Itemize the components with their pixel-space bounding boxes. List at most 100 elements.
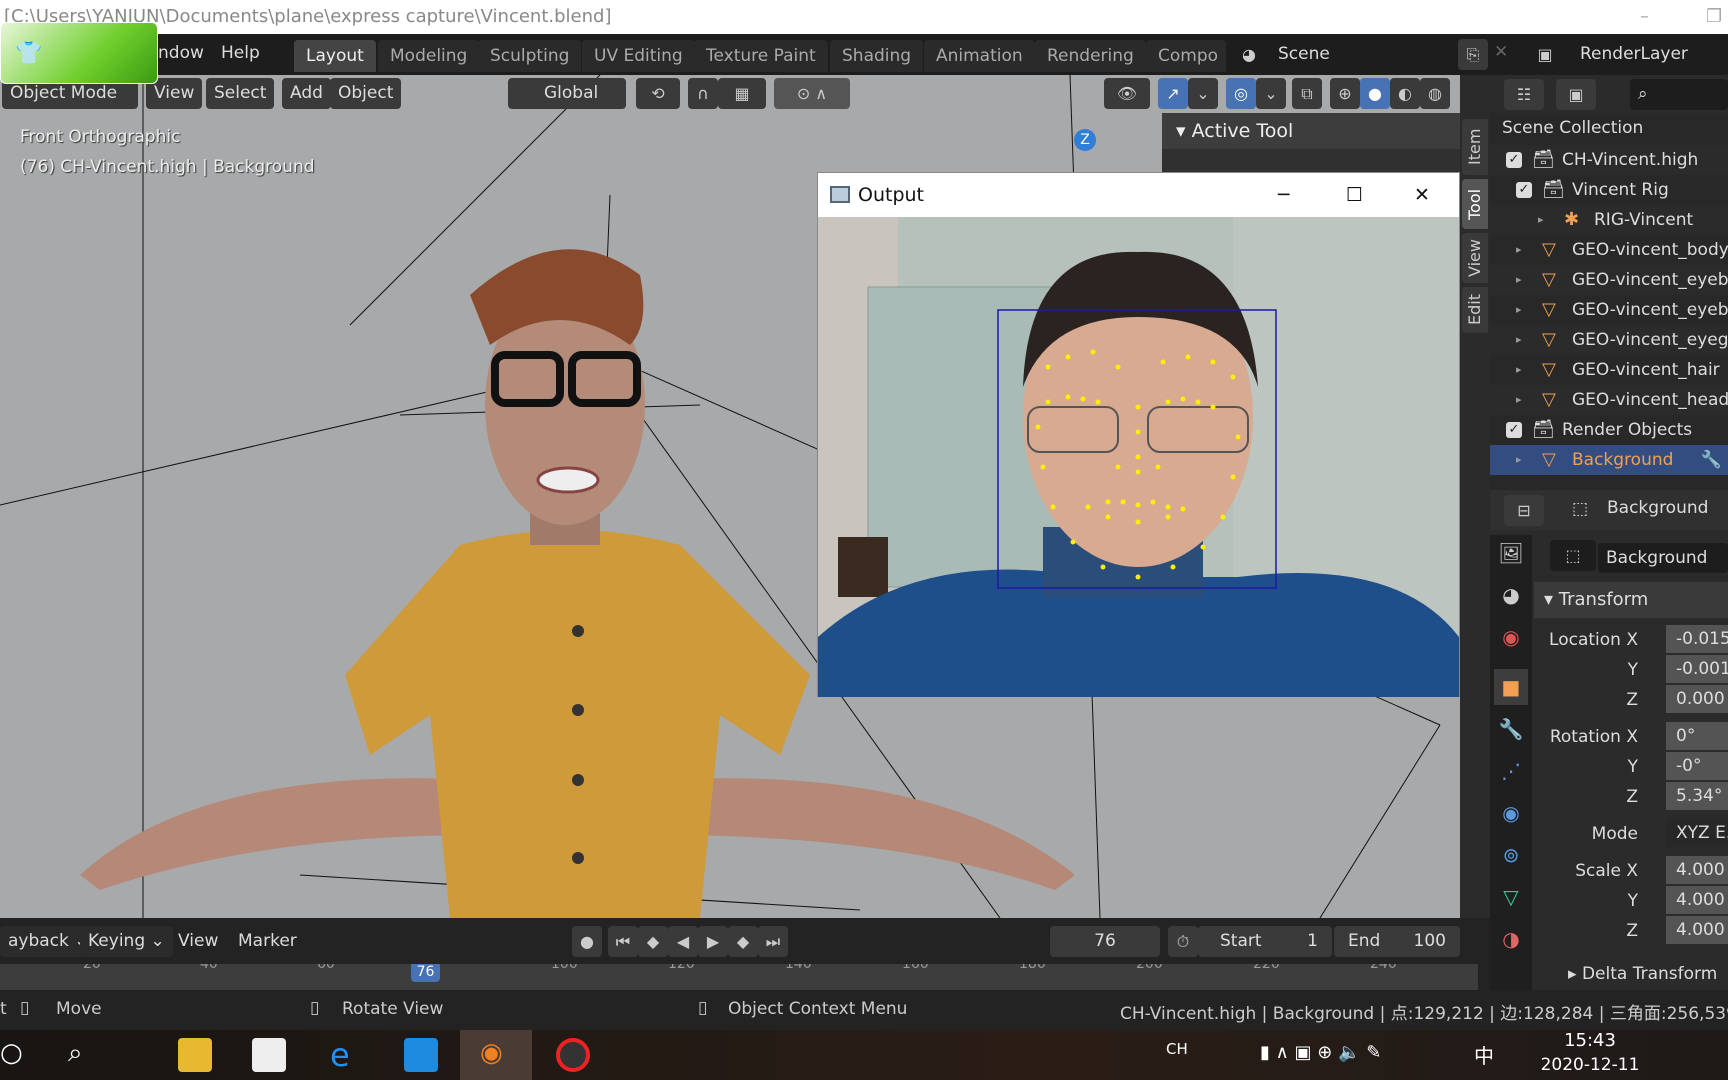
- outliner-row[interactable]: ▸ ▽ GEO-vincent_eyebal: [1490, 295, 1728, 325]
- clock-date[interactable]: 2020-12-11: [1540, 1055, 1640, 1075]
- snap-icon[interactable]: ∩: [688, 78, 718, 109]
- timeline-view-menu[interactable]: View: [170, 926, 226, 957]
- clock-time[interactable]: 15:43: [1540, 1030, 1640, 1051]
- record-icon[interactable]: ●: [572, 926, 602, 957]
- start-frame-field[interactable]: Start 1: [1198, 926, 1332, 957]
- play-icon[interactable]: ▶: [698, 926, 728, 957]
- current-frame-indicator[interactable]: 76: [410, 964, 441, 982]
- tab-uv-editing[interactable]: UV Editing: [582, 40, 695, 72]
- new-scene-icon[interactable]: ⎘: [1458, 39, 1488, 70]
- outliner-row[interactable]: ▸ ▽ GEO-vincent_head: [1490, 385, 1728, 415]
- output-close-button[interactable]: ✕: [1414, 173, 1430, 217]
- edge-icon[interactable]: e: [330, 1038, 364, 1072]
- menu-window[interactable]: ndow: [158, 43, 204, 63]
- output-title-bar[interactable]: Output ─ ☐ ✕: [818, 173, 1459, 217]
- snap-grid-icon[interactable]: ▦: [718, 78, 766, 109]
- tab-tool[interactable]: Tool: [1462, 179, 1488, 229]
- system-tray-icons[interactable]: ▮ ∧ ▣ ⊕ 🔈 ✎: [1260, 1042, 1381, 1063]
- outliner-row[interactable]: ▸ ▽ GEO-vincent_eyebal: [1490, 265, 1728, 295]
- timeline-marker-menu[interactable]: Marker: [230, 926, 305, 957]
- output-minimize-button[interactable]: ─: [1278, 173, 1289, 217]
- outliner-row[interactable]: ✓ 🗃 Vincent Rig: [1490, 175, 1728, 205]
- file-explorer-icon[interactable]: [178, 1038, 212, 1072]
- solid-shading-icon[interactable]: ●: [1360, 78, 1390, 109]
- modifier-tab-icon[interactable]: 🔧: [1494, 711, 1528, 747]
- location-y-field[interactable]: -0.001: [1666, 655, 1728, 683]
- current-frame-field[interactable]: 76: [1050, 926, 1160, 957]
- cortana-icon[interactable]: ○: [0, 1038, 23, 1068]
- mail-icon[interactable]: [404, 1038, 438, 1072]
- next-keyframe-icon[interactable]: ◆: [728, 926, 758, 957]
- tab-item[interactable]: Item: [1462, 119, 1488, 175]
- render-tab-icon[interactable]: 🖼: [1494, 535, 1528, 571]
- rotation-y-field[interactable]: -0°: [1666, 752, 1728, 780]
- proportional-edit-icon[interactable]: ⊙ ∧: [774, 78, 850, 109]
- outliner-row[interactable]: ✓ 🗃 Render Objects: [1490, 415, 1728, 445]
- visibility-icon[interactable]: 👁: [1104, 78, 1150, 109]
- scale-z-field[interactable]: 4.000: [1666, 916, 1728, 944]
- expand-arrow-icon[interactable]: ▸: [1516, 385, 1522, 415]
- restore-button[interactable]: ❐: [1706, 0, 1722, 34]
- orientation-dropdown[interactable]: Global: [508, 78, 626, 109]
- physics-tab-icon[interactable]: ◉: [1494, 795, 1528, 831]
- blender-taskbar-button[interactable]: ◉: [460, 1030, 532, 1080]
- outliner-row[interactable]: ▸ ▽ Background 🔧: [1490, 445, 1728, 475]
- location-z-field[interactable]: 0.000: [1666, 685, 1728, 713]
- rotation-x-field[interactable]: 0°: [1666, 722, 1728, 750]
- outliner-row[interactable]: ▸ ▽ GEO-vincent_eyegla: [1490, 325, 1728, 355]
- expand-arrow-icon[interactable]: ▸: [1516, 325, 1522, 355]
- menu-help[interactable]: Help: [221, 43, 260, 63]
- outliner-row[interactable]: ▸ ✱ RIG-Vincent: [1490, 205, 1728, 235]
- tab-edit[interactable]: Edit: [1462, 287, 1488, 333]
- display-mode-icon[interactable]: ☷: [1504, 79, 1544, 110]
- rotation-z-field[interactable]: 5.34°: [1666, 782, 1728, 810]
- collapse-icon[interactable]: ▾: [1544, 589, 1559, 610]
- scene-icon[interactable]: ◕: [1234, 39, 1264, 70]
- expand-arrow-icon[interactable]: ▸: [1516, 445, 1522, 475]
- outliner-row[interactable]: ✓ 🗃 CH-Vincent.high: [1490, 145, 1728, 175]
- object-type-icon[interactable]: ⬚: [1550, 540, 1596, 571]
- jump-start-icon[interactable]: ⏮: [608, 926, 638, 957]
- tab-shading[interactable]: Shading: [830, 40, 924, 72]
- gizmo-icon[interactable]: ↗: [1158, 78, 1188, 109]
- wireframe-shading-icon[interactable]: ⊕: [1330, 78, 1360, 109]
- language-indicator[interactable]: 中: [1474, 1040, 1494, 1069]
- scene-selector[interactable]: Scene: [1270, 39, 1460, 69]
- visibility-checkbox[interactable]: ✓: [1516, 182, 1532, 198]
- view-layer-selector[interactable]: RenderLayer: [1572, 39, 1728, 69]
- expand-arrow-icon[interactable]: ▸: [1516, 295, 1522, 325]
- object-tab-icon[interactable]: ■: [1494, 669, 1528, 705]
- tab-sculpting[interactable]: Sculpting: [478, 40, 582, 72]
- outliner-search[interactable]: ⌕: [1630, 79, 1728, 110]
- capture-app-icon[interactable]: [556, 1038, 590, 1072]
- frame-ruler[interactable]: 20 40 60 76 100 120 140 160 180 200 220 240: [0, 964, 1478, 990]
- constraints-tab-icon[interactable]: ⊚: [1494, 837, 1528, 873]
- menu-select[interactable]: Select: [206, 78, 275, 109]
- outliner-row[interactable]: ▸ ▽ GEO-vincent_hair: [1490, 355, 1728, 385]
- rotation-mode-dropdown[interactable]: XYZ E...: [1666, 819, 1728, 847]
- tab-layout[interactable]: Layout: [294, 40, 376, 72]
- scale-x-field[interactable]: 4.000: [1666, 856, 1728, 884]
- gizmo-dropdown[interactable]: ⌄: [1188, 78, 1218, 109]
- data-tab-icon[interactable]: ▽: [1494, 879, 1528, 915]
- menu-object[interactable]: Object: [330, 78, 402, 109]
- object-name-field[interactable]: Background: [1598, 543, 1728, 573]
- world-tab-icon[interactable]: ◉: [1494, 619, 1528, 655]
- rendered-shading-icon[interactable]: ◍: [1420, 78, 1450, 109]
- end-frame-field[interactable]: End 100: [1334, 926, 1460, 957]
- output-maximize-button[interactable]: ☐: [1346, 173, 1363, 217]
- output-window[interactable]: Output ─ ☐ ✕: [817, 172, 1460, 697]
- filter-icon[interactable]: ▣: [1556, 79, 1596, 110]
- material-tab-icon[interactable]: ◑: [1494, 921, 1528, 957]
- keying-menu[interactable]: Keying ⌄: [80, 926, 173, 957]
- editor-type-icon[interactable]: ⊟: [1504, 495, 1544, 526]
- pivot-icon[interactable]: ⟲: [636, 78, 680, 109]
- material-shading-icon[interactable]: ◐: [1390, 78, 1420, 109]
- tab-rendering[interactable]: Rendering: [1035, 40, 1146, 72]
- prev-keyframe-icon[interactable]: ◆: [638, 926, 668, 957]
- expand-arrow-icon[interactable]: ▸: [1516, 235, 1522, 265]
- tab-view[interactable]: View: [1462, 233, 1488, 283]
- xray-icon[interactable]: ⧉: [1292, 78, 1322, 109]
- tab-animation[interactable]: Animation: [924, 40, 1035, 72]
- store-icon[interactable]: [252, 1038, 286, 1072]
